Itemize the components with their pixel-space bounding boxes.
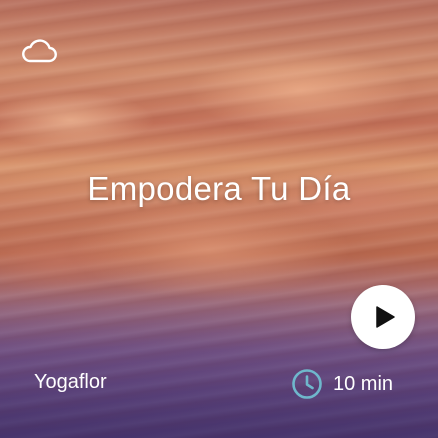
duration-label: 10 min — [333, 372, 394, 395]
clock-icon — [292, 369, 322, 399]
play-button[interactable] — [351, 285, 415, 349]
cloud-icon[interactable] — [21, 38, 57, 64]
session-title: Empodera Tu Día — [87, 170, 351, 207]
play-icon — [376, 306, 395, 328]
author-name: Yogaflor — [34, 371, 107, 393]
duration-info: 10 min — [291, 368, 393, 400]
session-card[interactable]: Empodera Tu Día Yogaflor 10 min — [0, 0, 438, 438]
